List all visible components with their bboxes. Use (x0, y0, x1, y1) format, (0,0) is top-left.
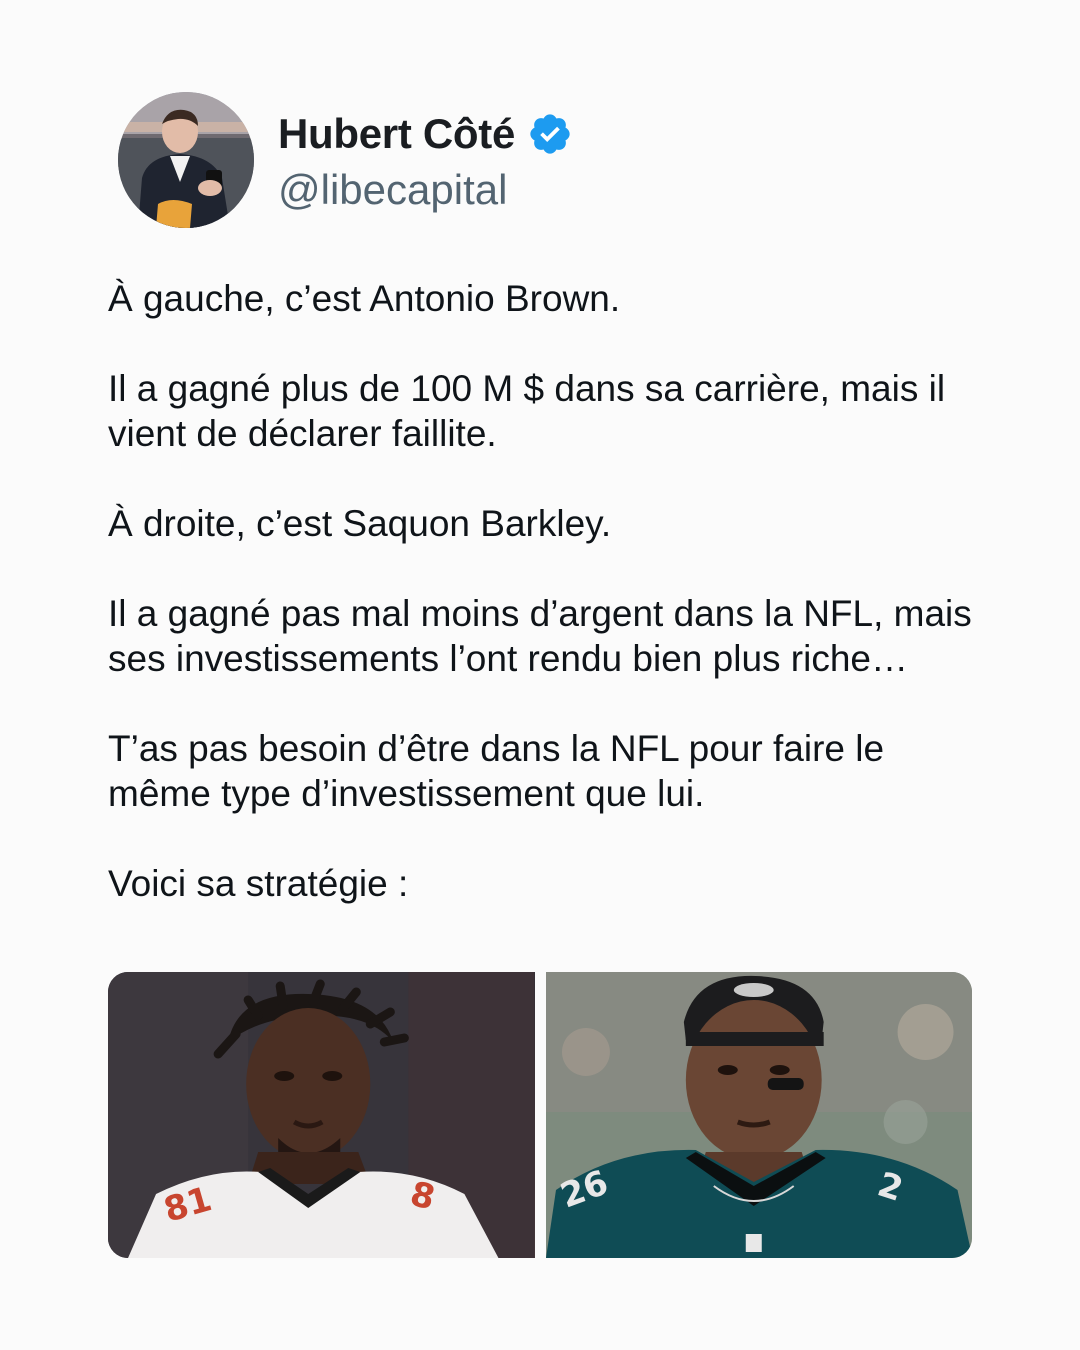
photo-right-illustration: 26 2 (545, 972, 972, 1258)
tweet-paragraph: Il a gagné pas mal moins d’argent dans l… (108, 593, 972, 679)
tweet-paragraph: À droite, c’est Saquon Barkley. (108, 503, 612, 544)
tweet-text: À gauche, c’est Antonio Brown. Il a gagn… (108, 276, 988, 906)
photo-antonio-brown[interactable]: 81 8 (108, 972, 535, 1258)
tweet-paragraph: À gauche, c’est Antonio Brown. (108, 278, 621, 319)
author-name-row: Hubert Côté (278, 106, 573, 162)
tweet-header: Hubert Côté @libecapital (118, 92, 573, 228)
avatar[interactable] (118, 92, 254, 228)
author-name[interactable]: Hubert Côté (278, 110, 515, 158)
verified-badge-icon (527, 111, 573, 157)
tweet-paragraph: Il a gagné plus de 100 M $ dans sa carri… (108, 368, 946, 454)
author-info: Hubert Côté @libecapital (278, 106, 573, 214)
tweet-media: 81 8 26 2 (108, 972, 972, 1258)
tweet-paragraph: Voici sa stratégie : (108, 863, 409, 904)
photo-saquon-barkley[interactable]: 26 2 (545, 972, 972, 1258)
author-handle[interactable]: @libecapital (278, 166, 573, 214)
tweet-paragraph: T’as pas besoin d’être dans la NFL pour … (108, 728, 885, 814)
avatar-photo (118, 92, 254, 228)
photo-left-illustration: 81 8 (108, 972, 535, 1258)
